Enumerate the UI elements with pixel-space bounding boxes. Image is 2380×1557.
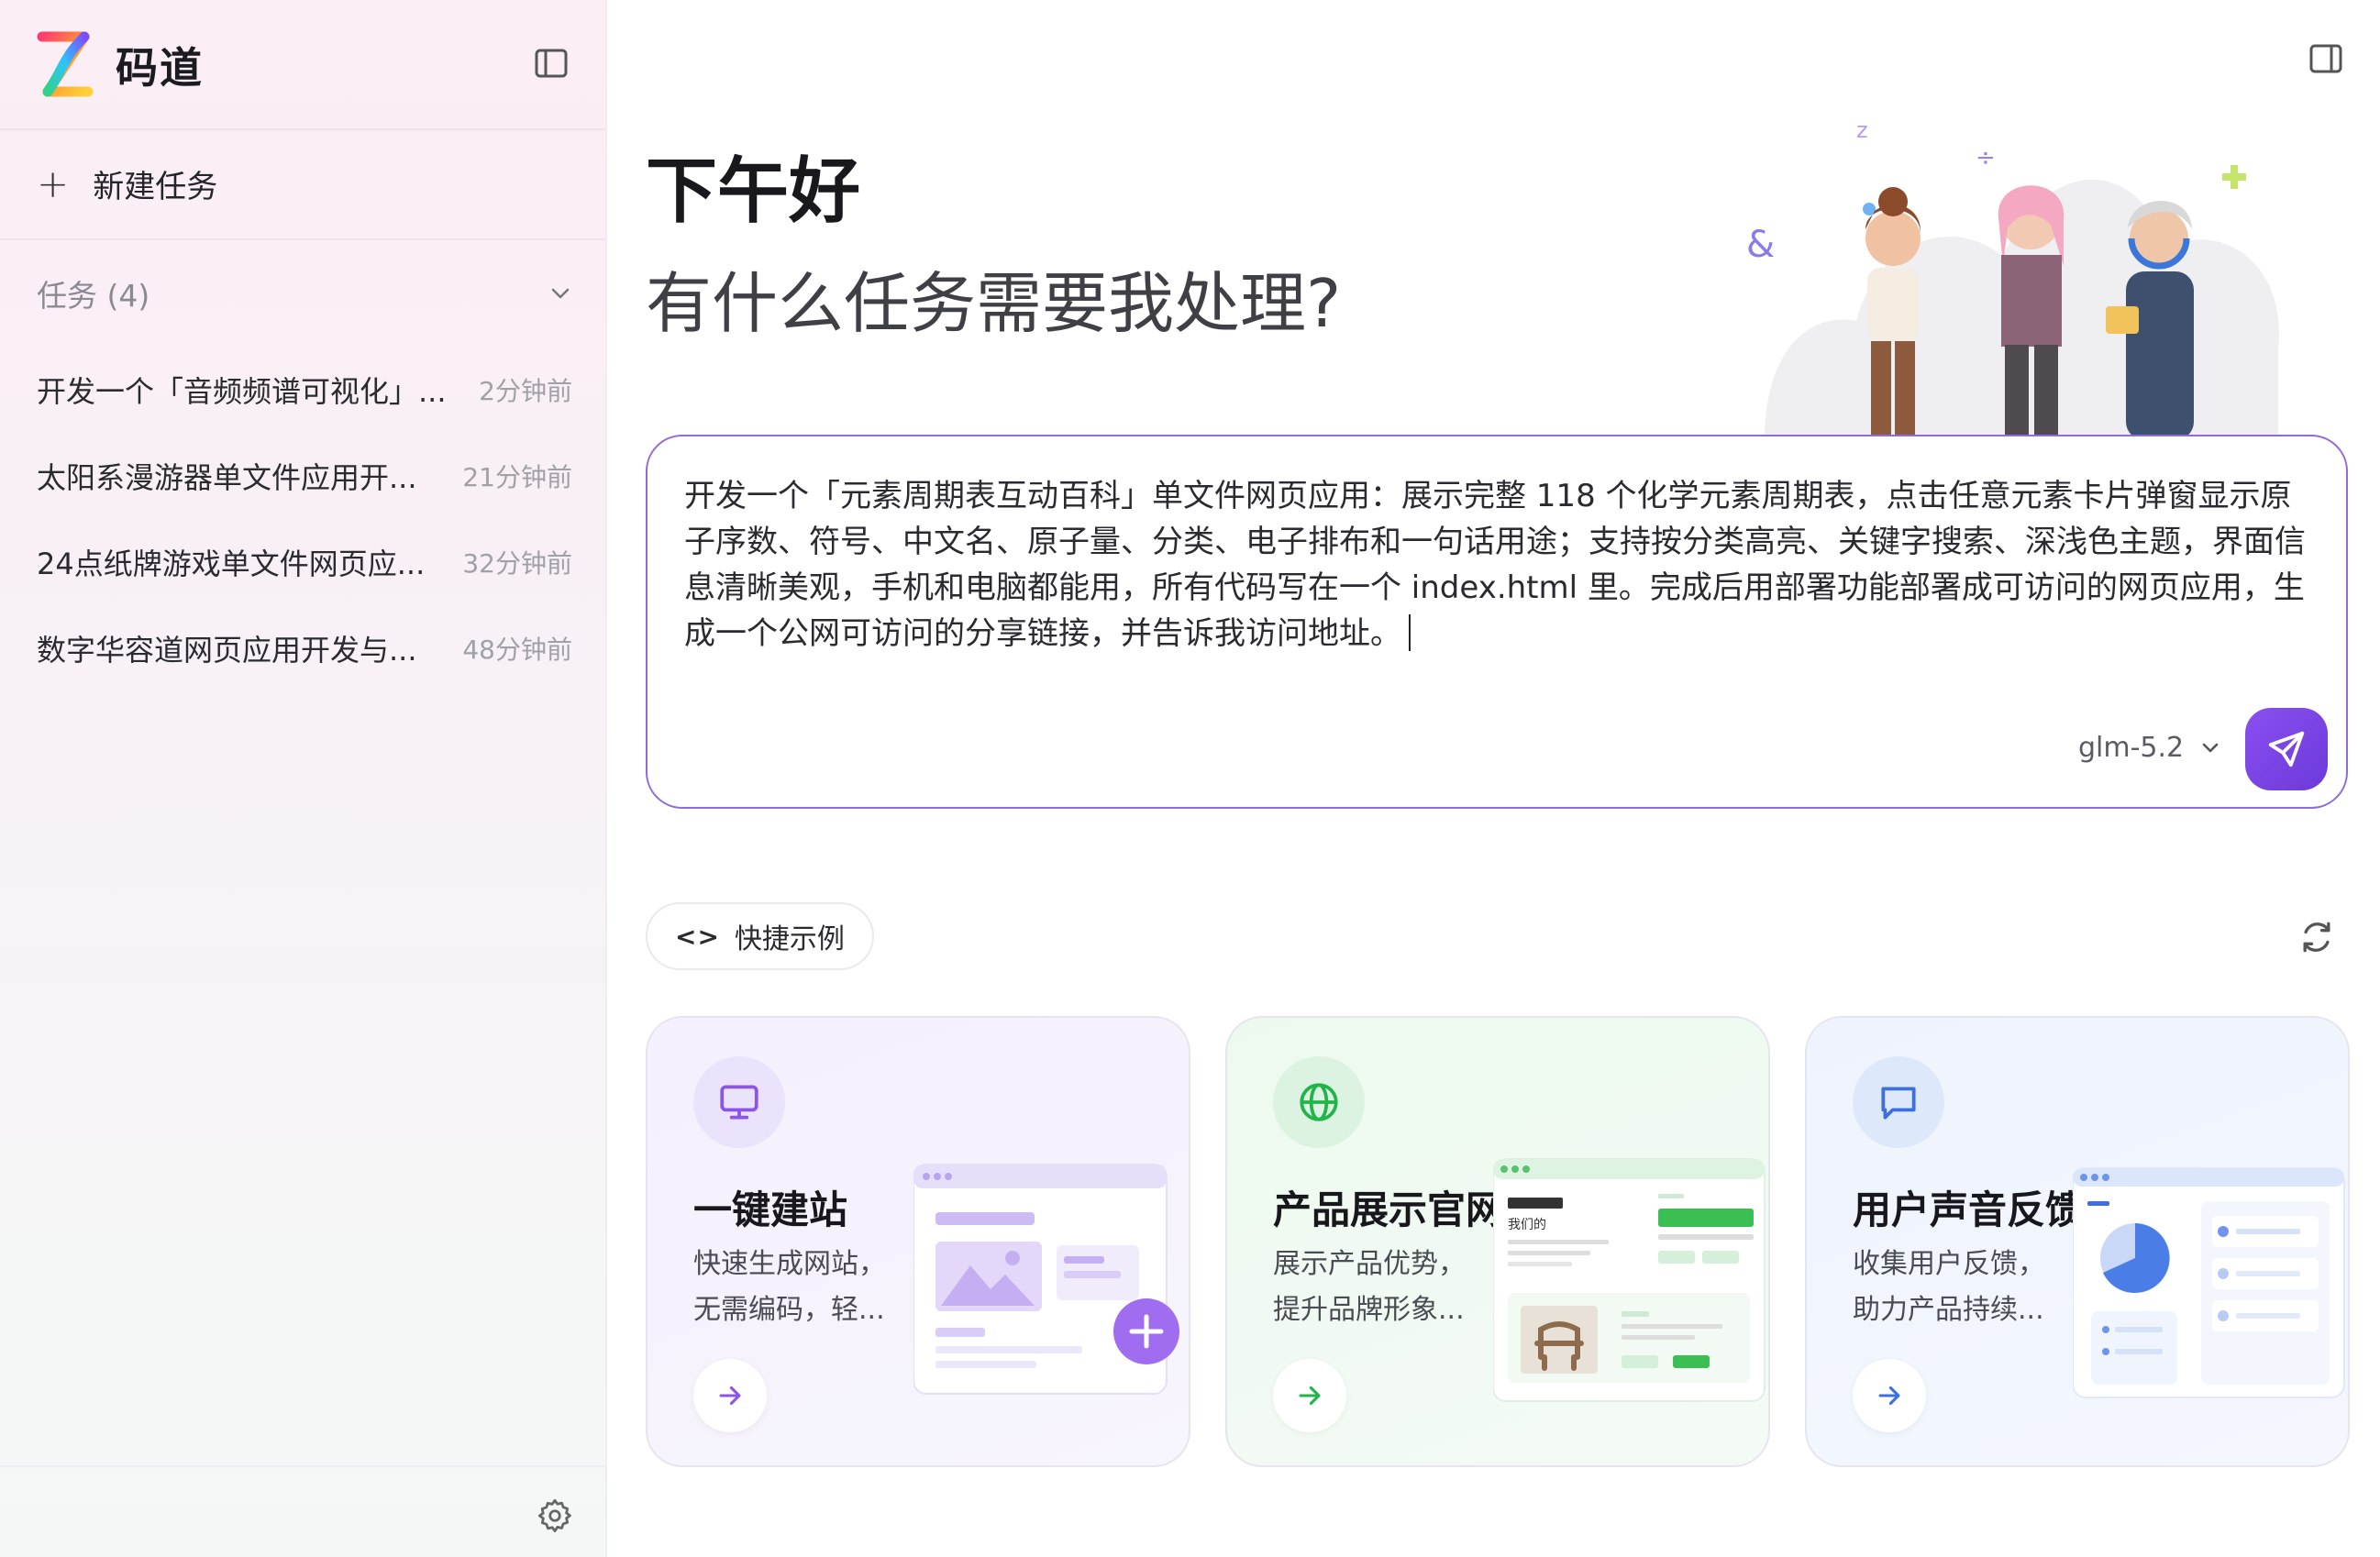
model-name: glm-5.2	[2078, 731, 2185, 764]
website-preview-illustration	[913, 1164, 1179, 1395]
task-title: 数字华容道网页应用开发与...	[37, 633, 417, 668]
refresh-icon	[2303, 922, 2330, 953]
svg-text:&: &	[1746, 224, 1775, 266]
message-icon	[1881, 1087, 1916, 1120]
toggle-right-panel-button[interactable]	[2306, 39, 2346, 79]
collapse-sidebar-button[interactable]	[532, 44, 570, 83]
chevron-down-icon	[551, 288, 570, 299]
task-list-item[interactable]: 数字华容道网页应用开发与... 48分钟前	[37, 605, 572, 691]
new-task-label: 新建任务	[93, 168, 218, 205]
main-area: 下午好 有什么任务需要我处理? & z ÷ 开发一个「元素周期表互动百科」单文件…	[609, 0, 2380, 1557]
divider	[0, 238, 605, 240]
plus-icon: +	[37, 160, 70, 206]
panel-right-icon	[2309, 44, 2342, 73]
tasks-section-header[interactable]: 任务 (4)	[37, 268, 572, 319]
card-description: 展示产品优势，提升品牌形象...	[1273, 1248, 1466, 1326]
card-open-button[interactable]	[1273, 1359, 1346, 1432]
card-title: 用户声音反馈	[1853, 1187, 2085, 1232]
sidebar-toggle-icon	[535, 49, 568, 78]
example-card-product-site[interactable]: 产品展示官网 展示产品优势，提升品牌形象... 我们的	[1225, 1016, 1770, 1467]
quick-examples-label: 快捷示例	[734, 923, 845, 955]
settings-button[interactable]	[536, 1496, 574, 1535]
arrow-right-icon	[1878, 1386, 1900, 1406]
card-title: 一键建站	[693, 1187, 848, 1232]
example-cards: 一键建站 快速生成网站，无需编码，轻... 产品展示官网 展示产品优势，提升品牌…	[646, 1016, 2350, 1467]
task-composer[interactable]: 开发一个「元素周期表互动百科」单文件网页应用：展示完整 118 个化学元素周期表…	[646, 435, 2348, 809]
chevron-down-icon	[2202, 743, 2219, 753]
card-open-button[interactable]	[693, 1359, 767, 1432]
task-title: 24点纸牌游戏单文件网页应...	[37, 547, 426, 581]
card-open-button[interactable]	[1853, 1359, 1926, 1432]
task-list: 开发一个「音频频谱可视化」... 2分钟前 太阳系漫游器单文件应用开... 21…	[37, 347, 572, 691]
example-card-build-site[interactable]: 一键建站 快速生成网站，无需编码，轻...	[646, 1016, 1190, 1467]
tasks-header-label: 任务 (4)	[37, 278, 150, 314]
text-caret	[1409, 614, 1411, 651]
brand: 码道	[35, 31, 204, 99]
code-icon: <>	[675, 921, 720, 952]
card-description: 收集用户反馈，助力产品持续...	[1853, 1248, 2045, 1326]
brand-logo-icon	[37, 31, 94, 97]
task-time: 48分钟前	[462, 635, 572, 665]
task-list-item[interactable]: 太阳系漫游器单文件应用开... 21分钟前	[37, 433, 572, 519]
send-icon	[2268, 731, 2305, 767]
app-window: 码道 + 新建任务 任务 (4) 开发一个「音频频谱可视化」... 2分钟前 太…	[0, 0, 2380, 1557]
example-card-user-feedback[interactable]: 用户声音反馈 收集用户反馈，助力产品持续...	[1805, 1016, 2350, 1467]
monitor-icon	[720, 1085, 758, 1120]
sidebar: 码道 + 新建任务 任务 (4) 开发一个「音频频谱可视化」... 2分钟前 太…	[0, 0, 607, 1557]
task-list-item[interactable]: 开发一个「音频频谱可视化」... 2分钟前	[37, 347, 572, 433]
card-icon-circle	[1853, 1056, 1944, 1148]
svg-text:z: z	[1856, 117, 1868, 143]
new-task-button[interactable]: + 新建任务	[37, 156, 217, 211]
quick-examples-tab[interactable]: <> 快捷示例	[646, 902, 874, 970]
arrow-right-icon	[1299, 1386, 1321, 1406]
divider	[0, 128, 605, 130]
task-title: 太阳系漫游器单文件应用开...	[37, 460, 417, 495]
gear-icon	[537, 1498, 571, 1533]
greeting-heading: 下午好	[646, 150, 861, 233]
composer-input-text: 开发一个「元素周期表互动百科」单文件网页应用：展示完整 118 个化学元素周期表…	[684, 478, 2306, 652]
product-site-preview-illustration: 我们的	[1493, 1158, 1766, 1402]
svg-text:÷: ÷	[1976, 144, 1996, 171]
feedback-dashboard-illustration	[2073, 1167, 2345, 1398]
arrow-right-icon	[719, 1386, 741, 1406]
send-button[interactable]	[2245, 708, 2328, 790]
refresh-examples-button[interactable]	[2297, 917, 2337, 957]
card-title: 产品展示官网	[1273, 1187, 1505, 1232]
card-icon-circle	[1273, 1056, 1365, 1148]
task-time: 32分钟前	[462, 548, 572, 579]
card-icon-circle	[693, 1056, 785, 1148]
card-description: 快速生成网站，无需编码，轻...	[693, 1248, 886, 1326]
composer-textarea[interactable]: 开发一个「元素周期表互动百科」单文件网页应用：展示完整 118 个化学元素周期表…	[684, 473, 2317, 657]
subgreeting-heading: 有什么任务需要我处理?	[646, 265, 1342, 342]
task-list-item[interactable]: 24点纸牌游戏单文件网页应... 32分钟前	[37, 519, 572, 605]
globe-icon	[1300, 1083, 1338, 1121]
model-selector[interactable]: glm-5.2	[2078, 723, 2220, 772]
hero-illustration: & z ÷	[1746, 117, 2279, 440]
task-title: 开发一个「音频频谱可视化」...	[37, 374, 447, 409]
task-time: 21分钟前	[462, 462, 572, 492]
divider	[0, 1465, 605, 1467]
brand-name: 码道	[116, 43, 204, 93]
preview-heading-text: 我们的	[1508, 1218, 1546, 1232]
task-time: 2分钟前	[479, 376, 572, 406]
